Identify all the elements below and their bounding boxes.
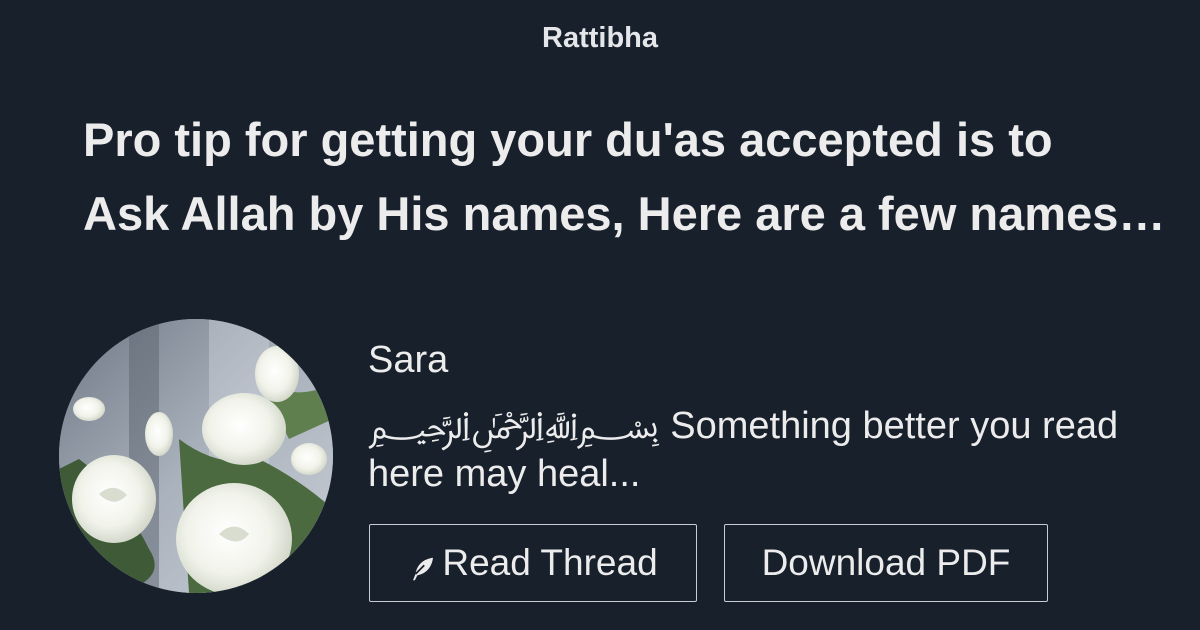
download-pdf-label: Download PDF [761,542,1011,583]
thread-title: Pro tip for getting your du'as accepted … [83,103,1168,251]
thread-title-line-1: Pro tip for getting your du'as accepted … [83,113,1053,166]
feather-icon [408,551,438,581]
read-thread-button[interactable]: Read Thread [369,524,697,602]
read-thread-label: Read Thread [442,542,658,583]
author-bio: ﷽ Something better you read here may hea… [368,405,1119,495]
brand-name: Rattibha [542,22,658,54]
thread-title-line-2: Ask Allah by His names, Here are a few n… [83,187,1168,240]
author-name: Sara [368,339,449,381]
download-pdf-button[interactable]: Download PDF [724,524,1048,602]
white-roses-avatar-image [59,319,333,593]
avatar [59,319,333,593]
